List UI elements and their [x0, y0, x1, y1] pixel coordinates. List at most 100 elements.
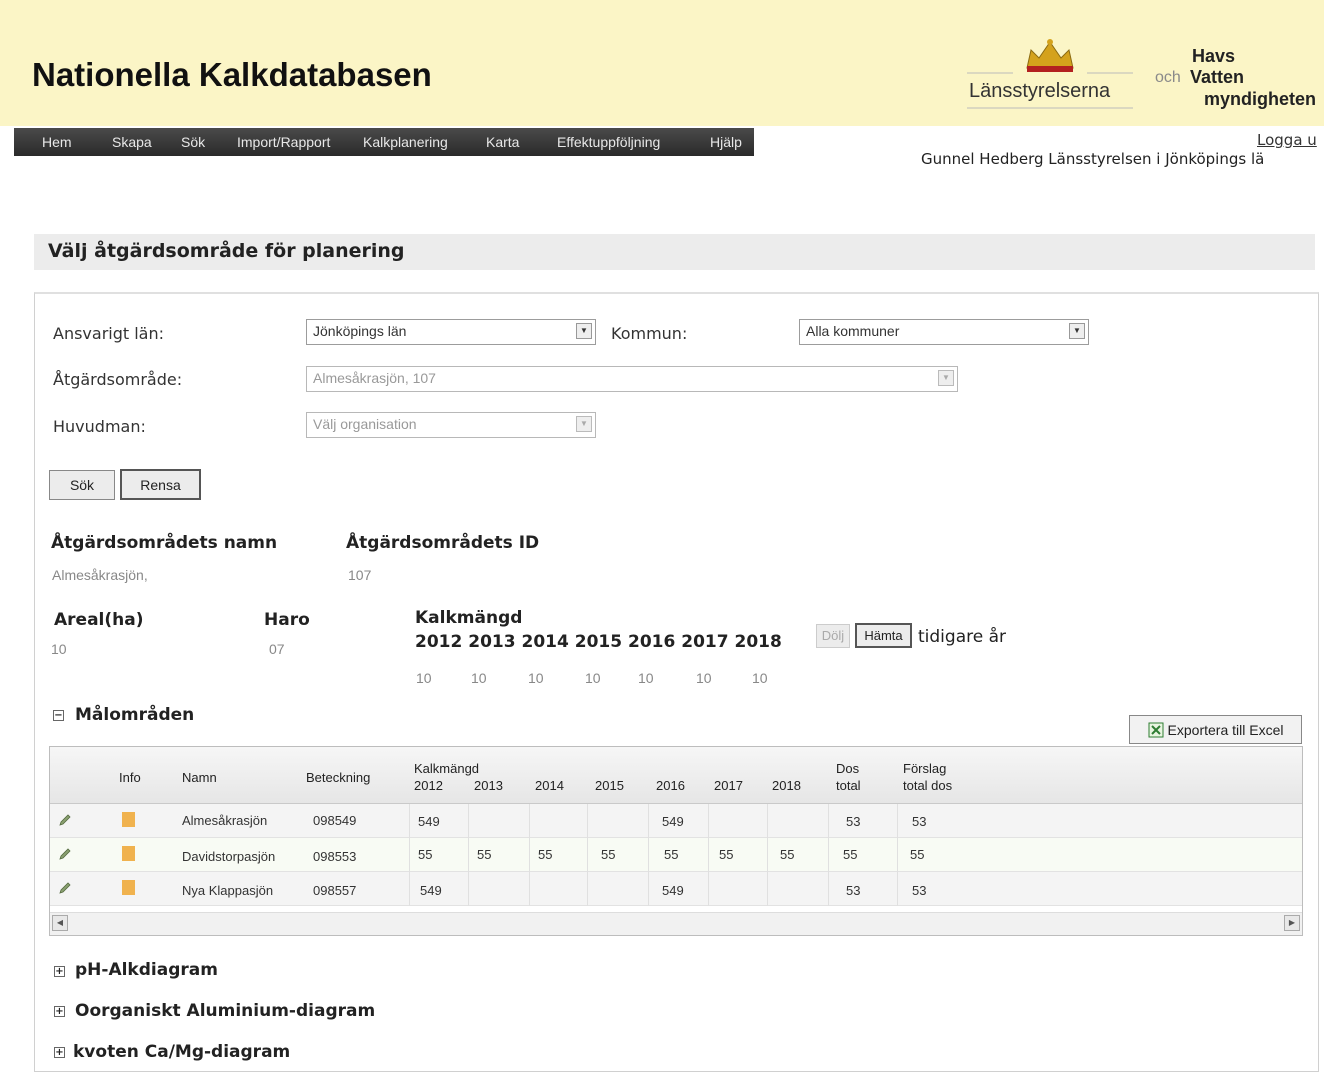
column-divider [767, 804, 768, 906]
row2-forslag: 55 [910, 847, 925, 862]
column-divider [708, 804, 709, 906]
haro-value: 07 [269, 641, 285, 657]
huvudman-select[interactable]: Välj organisation ▼ [306, 412, 596, 438]
nav-item-hjalp[interactable]: Hjälp [710, 134, 742, 150]
edit-pencil-icon[interactable] [58, 813, 72, 827]
scroll-right-icon[interactable]: ▶ [1284, 915, 1300, 931]
atgard-label: Åtgärdsområde: [53, 370, 183, 389]
havs-logo-line2: Vatten [1190, 67, 1245, 87]
name-label: Åtgärdsområdets namn [51, 533, 278, 553]
column-divider [409, 804, 410, 906]
year-2012: 2012 [415, 632, 463, 652]
huvudman-label: Huvudman: [53, 417, 146, 436]
row3-namn: Nya Klappasjön [182, 883, 274, 898]
year-value-2014: 10 [528, 670, 544, 686]
fetch-button[interactable]: Hämta [855, 623, 912, 648]
nav-item-skapa[interactable]: Skapa [112, 134, 152, 150]
site-title: Nationella Kalkdatabasen [32, 56, 432, 93]
user-info: Gunnel Hedberg Länsstyrelsen i Jönköping… [921, 150, 1265, 168]
year-value-2016: 10 [638, 670, 654, 686]
horizontal-scrollbar[interactable] [50, 912, 1302, 935]
info-document-icon[interactable] [122, 880, 135, 895]
lan-label: Ansvarigt län: [53, 324, 165, 343]
aluminium-diagram-section[interactable]: Oorganiskt Aluminium-diagram [75, 1001, 375, 1021]
header-dos-line2: total [836, 778, 861, 793]
row1-2012: 549 [418, 814, 440, 829]
header-2018: 2018 [772, 778, 801, 793]
areal-label: Areal(ha) [54, 610, 144, 630]
kalkmangd-years: 2012 2013 2014 2015 2016 2017 2018 [415, 632, 782, 652]
lan-select[interactable]: Jönköpings län ▼ [306, 319, 596, 345]
atgard-select-value: Almesåkrasjön, 107 [313, 370, 436, 386]
header-beteckning: Beteckning [306, 770, 371, 785]
ph-alk-diagram-section[interactable]: pH-Alkdiagram [75, 960, 218, 980]
year-2017: 2017 [681, 632, 729, 652]
header-dos-line1: Dos [836, 761, 860, 776]
year-value-2015: 10 [585, 670, 601, 686]
header-2014: 2014 [535, 778, 564, 793]
row3-beteckning: 098557 [313, 883, 357, 898]
row1-dos: 53 [846, 814, 861, 829]
export-excel-button[interactable]: Exportera till Excel [1129, 715, 1302, 744]
header-namn: Namn [182, 770, 217, 785]
column-divider [648, 804, 649, 906]
id-label: Åtgärdsområdets ID [346, 533, 540, 553]
nav-item-effektuppfoljning[interactable]: Effektuppföljning [557, 134, 660, 150]
row2-namn: Davidstorpasjön [182, 849, 276, 864]
row3-2016: 549 [662, 883, 684, 898]
info-document-icon[interactable] [122, 812, 135, 827]
column-divider [468, 804, 469, 906]
nav-item-karta[interactable]: Karta [486, 134, 519, 150]
year-2018: 2018 [734, 632, 782, 652]
huvudman-select-value: Välj organisation [313, 416, 417, 432]
header-2015: 2015 [595, 778, 624, 793]
row2-dos: 55 [843, 847, 858, 862]
chevron-down-icon: ▼ [938, 370, 954, 386]
row1-2016: 549 [662, 814, 684, 829]
header-2013: 2013 [474, 778, 503, 793]
expand-icon[interactable]: + [54, 966, 65, 977]
year-2013: 2013 [468, 632, 516, 652]
row2-beteckning: 098553 [313, 849, 357, 864]
year-2014: 2014 [521, 632, 569, 652]
header-info: Info [119, 770, 141, 785]
expand-icon[interactable]: + [54, 1047, 65, 1058]
kommun-select[interactable]: Alla kommuner ▼ [799, 319, 1089, 345]
year-value-2017: 10 [696, 670, 712, 686]
hide-button[interactable]: Dölj [816, 624, 850, 648]
row2-2015: 55 [601, 847, 616, 862]
scroll-left-icon[interactable]: ◀ [52, 915, 68, 931]
search-button[interactable]: Sök [49, 470, 115, 500]
kalkmangd-label: Kalkmängd [415, 608, 523, 628]
row2-2016: 55 [664, 847, 679, 862]
column-divider [529, 804, 530, 906]
page-title: Välj åtgärdsområde för planering [48, 240, 405, 262]
edit-pencil-icon[interactable] [58, 847, 72, 861]
och-label: och [1155, 69, 1181, 86]
nav-item-kalkplanering[interactable]: Kalkplanering [363, 134, 448, 150]
year-value-2012: 10 [416, 670, 432, 686]
header-2016: 2016 [656, 778, 685, 793]
nav-item-sok[interactable]: Sök [181, 134, 205, 150]
year-2016: 2016 [628, 632, 676, 652]
earlier-years-label: tidigare år [918, 627, 1006, 647]
name-value: Almesåkrasjön, [52, 567, 148, 583]
collapse-icon[interactable]: − [53, 710, 64, 721]
expand-icon[interactable]: + [54, 1006, 65, 1017]
nav-item-import-rapport[interactable]: Import/Rapport [237, 134, 330, 150]
clear-button[interactable]: Rensa [120, 469, 201, 500]
header-kalkmangd: Kalkmängd [414, 761, 480, 776]
ca-mg-diagram-section[interactable]: kvoten Ca/Mg-diagram [73, 1042, 290, 1062]
export-excel-label: Exportera till Excel [1167, 721, 1284, 738]
info-document-icon[interactable] [122, 846, 135, 861]
nav-item-hem[interactable]: Hem [42, 134, 72, 150]
year-value-2018: 10 [752, 670, 768, 686]
logout-link[interactable]: Logga u [1257, 131, 1317, 149]
row3-2012: 549 [420, 883, 442, 898]
excel-icon [1148, 722, 1164, 737]
havs-logo-line1: Havs [1192, 46, 1236, 66]
row2-2017: 55 [719, 847, 734, 862]
edit-pencil-icon[interactable] [58, 881, 72, 895]
chevron-down-icon: ▼ [576, 416, 592, 432]
atgard-select[interactable]: Almesåkrasjön, 107 ▼ [306, 366, 958, 392]
